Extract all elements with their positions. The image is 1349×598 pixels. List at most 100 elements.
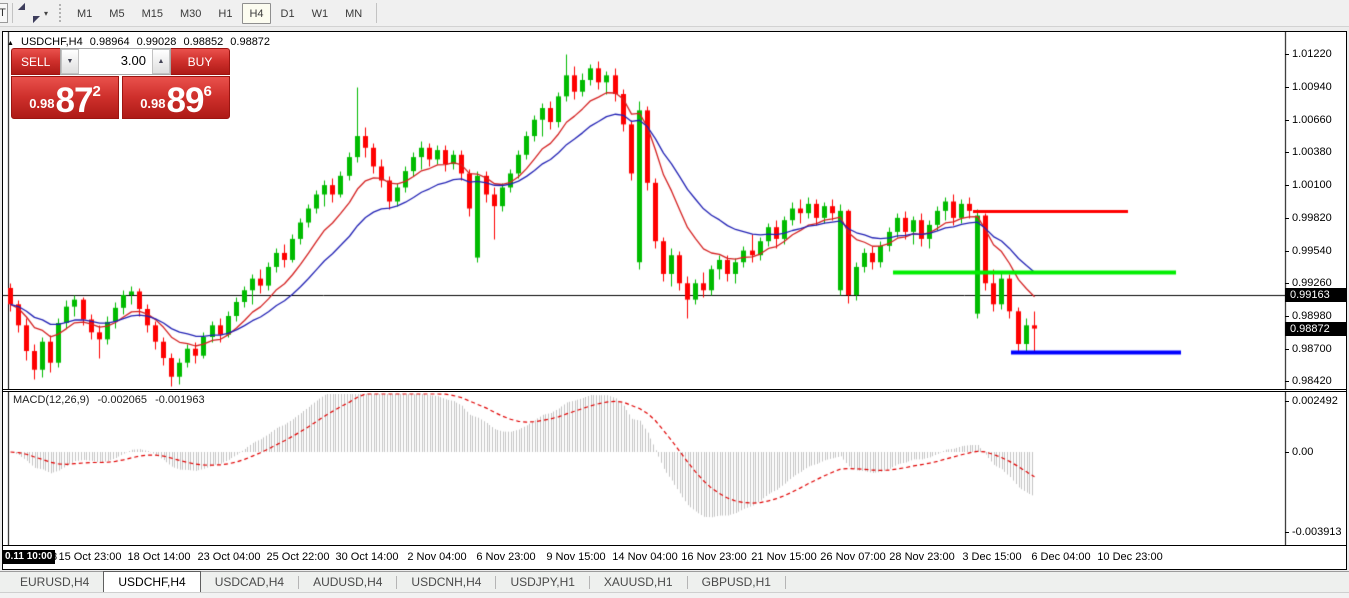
time-tick-label: 23 Oct 04:00 [197,551,261,563]
toolbar-grip[interactable] [59,4,64,22]
time-tick-label: 16 Nov 23:00 [681,551,747,563]
macd-tick-label: 0.00 [1292,446,1314,458]
pane-separator[interactable] [3,389,1346,390]
tab-usdchf-h4[interactable]: USDCHF,H4 [103,571,201,592]
tab-eurusd-h4[interactable]: EURUSD,H4 [6,573,103,592]
sell-price-sup: 2 [92,83,101,100]
price-tick-label: 1.00380 [1292,146,1332,158]
time-tick-label: 30 Oct 14:00 [335,551,399,563]
timeframe-button-mn[interactable]: MN [338,3,369,24]
price-tick-dash [1285,381,1289,382]
timeframe-button-h1[interactable]: H1 [211,3,239,24]
timeframe-button-m15[interactable]: M15 [135,3,170,24]
price-badge: 0.98872 [1285,322,1347,336]
toolbar: T ▾ M1M5M15M30H1H4D1W1MN [0,0,1349,27]
volume-increase-button[interactable]: ▲ [152,49,170,74]
macd-tick-dash [1285,532,1289,533]
volume-decrease-button[interactable]: ▼ [61,49,79,74]
time-tick-label: 6 Nov 23:00 [476,551,536,563]
tab-separator [784,576,786,589]
sell-price-prefix: 0.98 [29,96,55,111]
timeframe-button-h4[interactable]: H4 [242,2,271,24]
one-click-trading-panel: SELL ▼ 3.00 ▲ BUY 0.98 87 2 0.98 89 6 [11,48,230,119]
macd-indicator-canvas[interactable] [3,392,1287,545]
time-tick-label: 28 Nov 23:00 [889,551,955,563]
price-tick-label: 0.98980 [1292,310,1332,322]
price-tick-dash [1285,54,1289,55]
low-value: 0.98852 [183,36,224,48]
chart-shift-marker-icon: ▲ [7,40,14,47]
close-value: 0.98872 [230,36,271,48]
macd-value-2: -0.001963 [155,394,205,406]
dropdown-caret-icon[interactable]: ▾ [41,9,51,18]
macd-tick-label: -0.003913 [1292,526,1342,538]
tab-usdcad-h4[interactable]: USDCAD,H4 [201,573,298,592]
time-tick-label: 15 Oct 23:00 [58,551,122,563]
price-tick-label: 0.98700 [1292,343,1332,355]
time-tick-label: 9 Nov 15:00 [546,551,606,563]
timeframe-button-m5[interactable]: M5 [102,3,131,24]
price-tick-dash [1285,349,1289,350]
price-tick-dash [1285,87,1289,88]
sell-button[interactable]: SELL [11,48,60,75]
price-tick-dash [1285,152,1289,153]
price-tick-dash [1285,283,1289,284]
symbol-label: USDCHF,H4 [21,36,83,48]
toolbar-separator-end [376,3,378,23]
macd-label: MACD(12,26,9) -0.002065 -0.001963 [13,394,210,406]
macd-tick-dash [1285,452,1289,453]
price-tick-label: 1.00940 [1292,81,1332,93]
tab-usdjpy-h1[interactable]: USDJPY,H1 [496,573,588,592]
sell-price-button[interactable]: 0.98 87 2 [11,76,119,119]
time-tick-label: 10 Dec 23:00 [1097,551,1163,563]
price-tick-label: 1.00100 [1292,179,1332,191]
time-axis-partial-label: 8 [51,551,58,563]
buy-button[interactable]: BUY [171,48,230,75]
timeframe-button-m1[interactable]: M1 [70,3,99,24]
time-tick-label: 25 Oct 22:00 [266,551,330,563]
mt4-window: T ▾ M1M5M15M30H1H4D1W1MN ▲ USDCHF,H4 0.9… [0,0,1349,598]
arrange-arrows-icon[interactable] [17,2,41,24]
price-badge: 0.99163 [1285,288,1347,302]
tab-audusd-h4[interactable]: AUDUSD,H4 [299,573,396,592]
buy-price-big: 89 [166,81,205,121]
macd-tick-label: 0.002492 [1292,395,1338,407]
macd-tick-dash [1285,401,1289,402]
time-tick-label: 6 Dec 04:00 [1031,551,1091,563]
macd-name: MACD(12,26,9) [13,394,90,406]
time-tick-label: 3 Dec 15:00 [962,551,1022,563]
price-tick-label: 1.01220 [1292,48,1332,60]
price-tick-dash [1285,218,1289,219]
high-value: 0.99028 [136,36,177,48]
time-tick-label: 21 Nov 15:00 [751,551,817,563]
tab-gbpusd-h1[interactable]: GBPUSD,H1 [688,573,785,592]
price-tick-dash [1285,316,1289,317]
macd-value-1: -0.002065 [97,394,148,406]
time-tick-label: 2 Nov 04:00 [407,551,467,563]
volume-value[interactable]: 3.00 [79,49,152,74]
time-tick-label: 18 Oct 14:00 [127,551,191,563]
buy-price-button[interactable]: 0.98 89 6 [122,76,230,119]
timeframe-button-d1[interactable]: D1 [274,3,302,24]
buy-price-prefix: 0.98 [140,96,166,111]
symbol-tab-bar: EURUSD,H4 USDCHF,H4 USDCAD,H4 AUDUSD,H4 USDC… [0,571,1349,592]
price-tick-label: 0.99820 [1292,212,1332,224]
price-tick-label: 0.99540 [1292,245,1332,257]
time-axis-badge: 0.11 10:00 [2,550,56,564]
timeframe-button-w1[interactable]: W1 [305,3,336,24]
time-tick-label: 14 Nov 04:00 [612,551,678,563]
timeframe-button-group: M1 M5 M15 M30 H1 H4 D1 W1 MN [70,2,372,24]
price-tick-label: 1.00660 [1292,114,1332,126]
buy-price-sup: 6 [203,83,212,100]
tab-xauusd-h1[interactable]: XAUUSD,H1 [590,573,687,592]
price-tick-dash [1285,185,1289,186]
macd-bottom-border [3,545,1346,546]
tab-usdcnh-h4[interactable]: USDCNH,H4 [397,573,495,592]
window-bottom-strip [0,592,1349,598]
chart-window: ▲ USDCHF,H4 0.98964 0.99028 0.98852 0.98… [2,31,1347,570]
clipped-toolbar-icon[interactable]: T [0,3,8,23]
timeframe-button-m30[interactable]: M30 [173,3,208,24]
sell-price-big: 87 [55,81,94,121]
chart-ohlc-header: ▲ USDCHF,H4 0.98964 0.99028 0.98852 0.98… [7,36,274,48]
price-tick-label: 0.98420 [1292,375,1332,387]
